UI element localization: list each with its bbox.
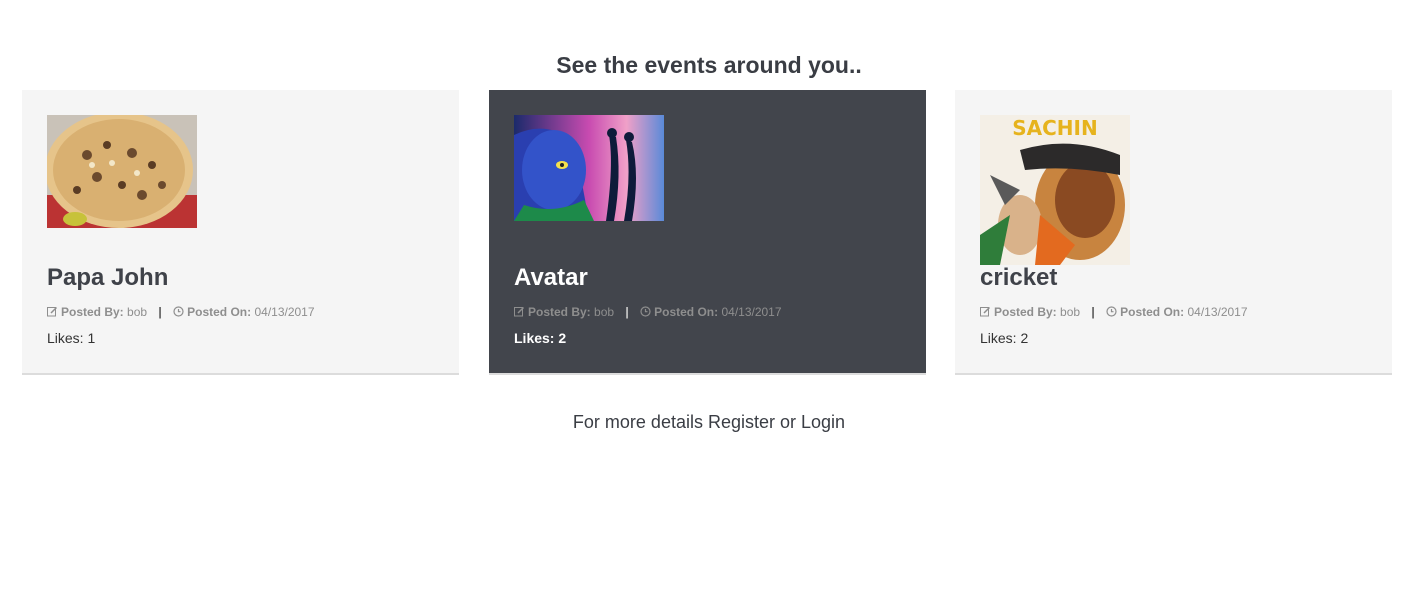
clock-icon [173, 306, 184, 317]
posted-by-label: Posted By: [994, 305, 1057, 319]
posted-on-value: 04/13/2017 [1187, 305, 1248, 319]
likes-count: Likes: 1 [47, 330, 96, 346]
likes-count: Likes: 2 [980, 330, 1029, 346]
event-meta: Posted By: bob | Posted On: 04/13/2017 [980, 305, 1248, 319]
edit-icon [980, 306, 991, 317]
login-link[interactable]: Login [801, 412, 845, 432]
posted-on-value: 04/13/2017 [254, 305, 315, 319]
register-link[interactable]: Register [708, 412, 775, 432]
footer-cta: For more details Register or Login [0, 412, 1418, 433]
page-heading: See the events around you.. [556, 52, 862, 78]
posted-by-label: Posted By: [528, 305, 591, 319]
meta-divider: | [158, 305, 162, 319]
event-title[interactable]: Papa John [47, 264, 168, 292]
event-title[interactable]: Avatar [514, 264, 588, 292]
posted-by-value: bob [1060, 305, 1081, 319]
meta-divider: | [625, 305, 629, 319]
posted-on-label: Posted On: [187, 305, 252, 319]
event-card-papa-john[interactable]: Papa John Posted By: bob | Posted On: 04… [22, 90, 459, 375]
pizza-image[interactable] [47, 115, 197, 228]
footer-prefix: For more details [572, 412, 708, 432]
poster-title-text: SACHIN [1012, 116, 1097, 140]
sachin-poster-image[interactable]: SACHIN [980, 115, 1130, 265]
posted-on-label: Posted On: [654, 305, 719, 319]
footer-or: or [775, 412, 802, 432]
posted-on-value: 04/13/2017 [721, 305, 782, 319]
posted-on-label: Posted On: [1120, 305, 1185, 319]
clock-icon [640, 306, 651, 317]
event-meta: Posted By: bob | Posted On: 04/13/2017 [47, 305, 315, 319]
event-card-cricket[interactable]: SACHIN cricket Posted By: bob | Posted O… [955, 90, 1392, 375]
meta-divider: | [1091, 305, 1095, 319]
event-title[interactable]: cricket [980, 264, 1057, 292]
posted-by-value: bob [594, 305, 615, 319]
posted-by-label: Posted By: [61, 305, 124, 319]
event-meta: Posted By: bob | Posted On: 04/13/2017 [514, 305, 782, 319]
likes-count: Likes: 2 [514, 330, 567, 346]
avatar-movie-image[interactable] [514, 115, 664, 221]
posted-by-value: bob [127, 305, 148, 319]
clock-icon [1106, 306, 1117, 317]
edit-icon [47, 306, 58, 317]
event-card-avatar[interactable]: Avatar Posted By: bob | Posted On: 04/13… [489, 90, 926, 375]
edit-icon [514, 306, 525, 317]
